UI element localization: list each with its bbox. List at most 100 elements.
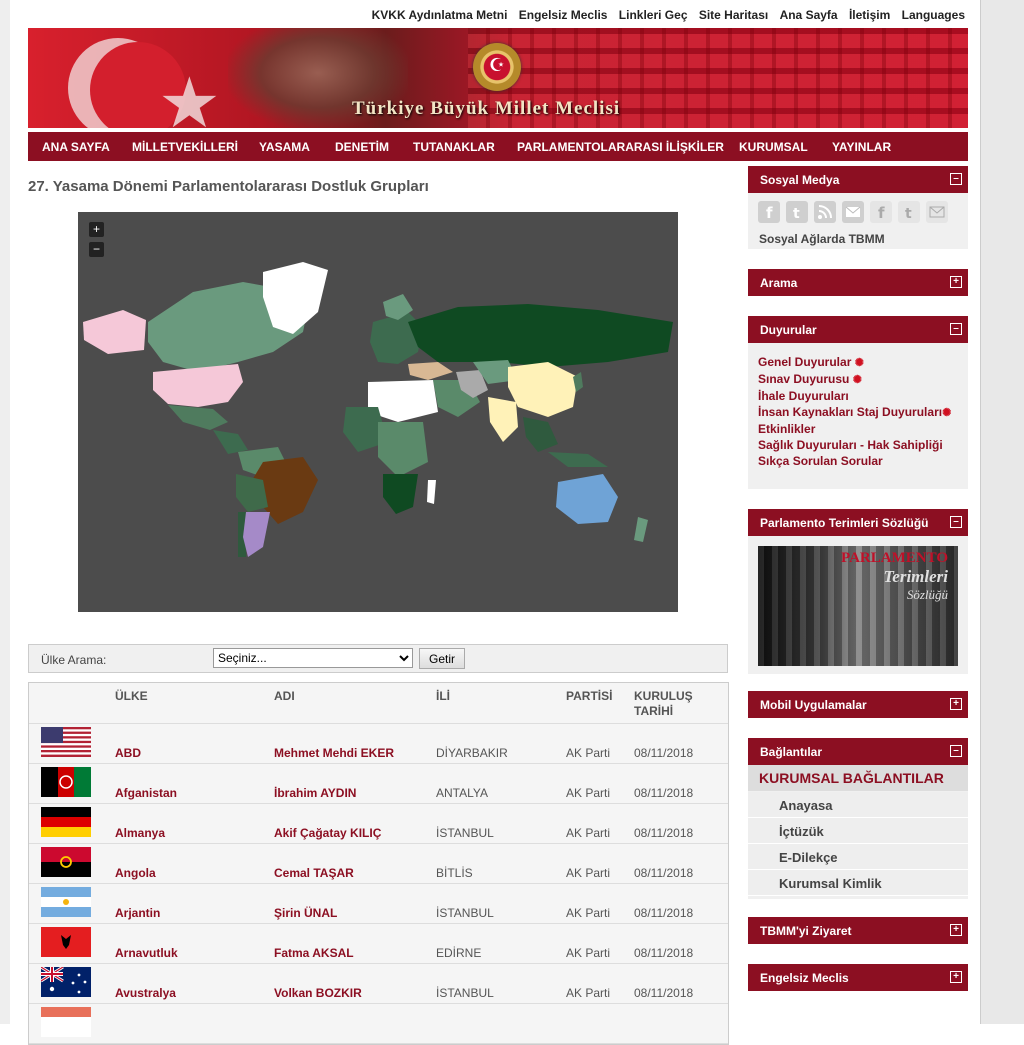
member-link[interactable]: Cemal TAŞAR	[274, 866, 354, 880]
duyurular-header[interactable]: Duyurular –	[748, 316, 968, 343]
mail-icon[interactable]	[926, 201, 948, 223]
get-button[interactable]: Getir	[419, 648, 465, 669]
twitter-icon[interactable]: t	[898, 201, 920, 223]
nav-ana-sayfa[interactable]: ANA SAYFA	[42, 140, 110, 154]
sosyal-medya-header[interactable]: Sosyal Medya –	[748, 166, 968, 193]
expand-icon[interactable]: +	[950, 924, 962, 936]
map-mexico	[168, 405, 228, 430]
map-turkey-region	[408, 362, 453, 380]
map-russia	[408, 304, 673, 367]
facebook-icon[interactable]: f	[758, 201, 780, 223]
world-map-svg	[83, 262, 673, 557]
link-kurumsal-kimlik[interactable]: Kurumsal Kimlik	[748, 870, 968, 896]
country-link[interactable]: Arjantin	[115, 906, 160, 920]
member-link[interactable]: Akif Çağatay KILIÇ	[274, 826, 381, 840]
link-e-dilekce[interactable]: E-Dilekçe	[748, 844, 968, 870]
country-link[interactable]: Afganistan	[115, 786, 177, 800]
header-banner[interactable]: ★ ☪ Türkiye Büyük Millet Meclisi	[28, 28, 968, 128]
mobil-header[interactable]: Mobil Uygulamalar +	[748, 691, 968, 718]
country-select[interactable]: Seçiniz...	[213, 648, 413, 668]
country-link[interactable]: Arnavutluk	[115, 946, 178, 960]
expand-icon[interactable]: +	[950, 971, 962, 983]
map-new-zealand	[634, 517, 648, 542]
duyuru-link-saglik[interactable]: Sağlık Duyuruları - Hak Sahipliği	[758, 437, 968, 453]
svg-text:t: t	[905, 206, 912, 222]
table-row	[29, 1004, 728, 1044]
party-cell: AK Parti	[566, 786, 611, 800]
member-link[interactable]: Fatma AKSAL	[274, 946, 354, 960]
duyuru-link-etkinlikler[interactable]: Etkinlikler	[758, 421, 968, 437]
nav-kurumsal[interactable]: KURUMSAL	[739, 140, 808, 154]
ziyaret-header[interactable]: TBMM'yi Ziyaret +	[748, 917, 968, 944]
table-row: Afganistan İbrahim AYDIN ANTALYA AK Part…	[29, 764, 728, 804]
zoom-in-button[interactable]: +	[89, 222, 104, 237]
collapse-icon[interactable]: –	[950, 323, 962, 335]
duyuru-link-genel[interactable]: Genel Duyurular ✺	[758, 354, 968, 371]
expand-icon[interactable]: +	[950, 698, 962, 710]
rss-icon[interactable]	[814, 201, 836, 223]
map-argentina	[243, 512, 270, 557]
partial-flag-icon	[41, 1007, 91, 1037]
party-cell: AK Parti	[566, 826, 611, 840]
sozluk-header[interactable]: Parlamento Terimleri Sözlüğü –	[748, 509, 968, 536]
member-link[interactable]: Mehmet Mehdi EKER	[274, 746, 394, 760]
member-link[interactable]: Volkan BOZKIR	[274, 986, 362, 1000]
date-cell: 08/11/2018	[634, 746, 694, 760]
top-link-skip[interactable]: Linkleri Geç	[619, 8, 688, 22]
main-nav: ANA SAYFA MİLLETVEKİLLERİ YASAMA DENETİM…	[28, 132, 968, 161]
party-cell: AK Parti	[566, 986, 611, 1000]
nav-parlamentolararasi[interactable]: PARLAMENTOLARARASI İLİŞKİLER	[517, 140, 724, 154]
map-australia	[556, 474, 618, 524]
argentina-flag-icon	[41, 887, 91, 917]
member-link[interactable]: Şirin ÜNAL	[274, 906, 337, 920]
page-title: 27. Yasama Dönemi Parlamentolararası Dos…	[28, 178, 429, 195]
mail-icon[interactable]	[842, 201, 864, 223]
link-anayasa[interactable]: Anayasa	[748, 792, 968, 818]
duyuru-link-sss[interactable]: Sıkça Sorulan Sorular	[758, 453, 968, 469]
country-link[interactable]: Angola	[115, 866, 156, 880]
country-search-bar: Ülke Arama: Seçiniz... Getir	[28, 644, 728, 673]
country-link[interactable]: Avustralya	[115, 986, 176, 1000]
map-madagascar	[427, 480, 436, 504]
member-link[interactable]: İbrahim AYDIN	[274, 786, 356, 800]
header-city: İLİ	[436, 689, 450, 703]
twitter-icon[interactable]: t	[786, 201, 808, 223]
country-link[interactable]: Almanya	[115, 826, 165, 840]
map-central-america	[213, 430, 248, 454]
engelsiz-header[interactable]: Engelsiz Meclis +	[748, 964, 968, 991]
link-ictuzuk[interactable]: İçtüzük	[748, 818, 968, 844]
nav-yasama[interactable]: YASAMA	[259, 140, 310, 154]
tbmm-emblem-icon: ☪	[473, 43, 521, 91]
top-link-engelsiz[interactable]: Engelsiz Meclis	[519, 8, 608, 22]
duyuru-link-ihale[interactable]: İhale Duyuruları	[758, 388, 968, 404]
top-link-kvkk[interactable]: KVKK Aydınlatma Metni	[372, 8, 508, 22]
top-link-contact[interactable]: İletişim	[849, 8, 890, 22]
map-india	[488, 397, 518, 442]
party-cell: AK Parti	[566, 946, 611, 960]
map-southeast-asia	[523, 417, 558, 452]
nav-denetim[interactable]: DENETİM	[335, 140, 389, 154]
sozluk-banner-image[interactable]: PARLAMENTO Terimleri Sözlüğü	[758, 546, 958, 666]
world-map[interactable]: + −	[78, 212, 678, 612]
map-africa-central	[378, 422, 428, 477]
collapse-icon[interactable]: –	[950, 516, 962, 528]
sozluk-body: PARLAMENTO Terimleri Sözlüğü	[748, 536, 968, 674]
baglantilar-header[interactable]: Bağlantılar –	[748, 738, 968, 765]
top-link-sitemap[interactable]: Site Haritası	[699, 8, 768, 22]
city-cell: BİTLİS	[436, 866, 473, 880]
facebook-icon[interactable]: f	[870, 201, 892, 223]
nav-tutanaklar[interactable]: TUTANAKLAR	[413, 140, 495, 154]
party-cell: AK Parti	[566, 746, 611, 760]
zoom-out-button[interactable]: −	[89, 242, 104, 257]
nav-yayinlar[interactable]: YAYINLAR	[832, 140, 891, 154]
collapse-icon[interactable]: –	[950, 173, 962, 185]
collapse-icon[interactable]: –	[950, 745, 962, 757]
nav-milletvekilleri[interactable]: MİLLETVEKİLLERİ	[132, 140, 238, 154]
duyuru-link-staj[interactable]: İnsan Kaynakları Staj Duyuruları✺	[758, 404, 968, 421]
arama-header[interactable]: Arama +	[748, 269, 968, 296]
duyuru-link-sinav[interactable]: Sınav Duyurusu ✺	[758, 371, 968, 388]
top-link-languages[interactable]: Languages	[902, 8, 965, 22]
country-link[interactable]: ABD	[115, 746, 141, 760]
top-link-home[interactable]: Ana Sayfa	[780, 8, 838, 22]
expand-icon[interactable]: +	[950, 276, 962, 288]
